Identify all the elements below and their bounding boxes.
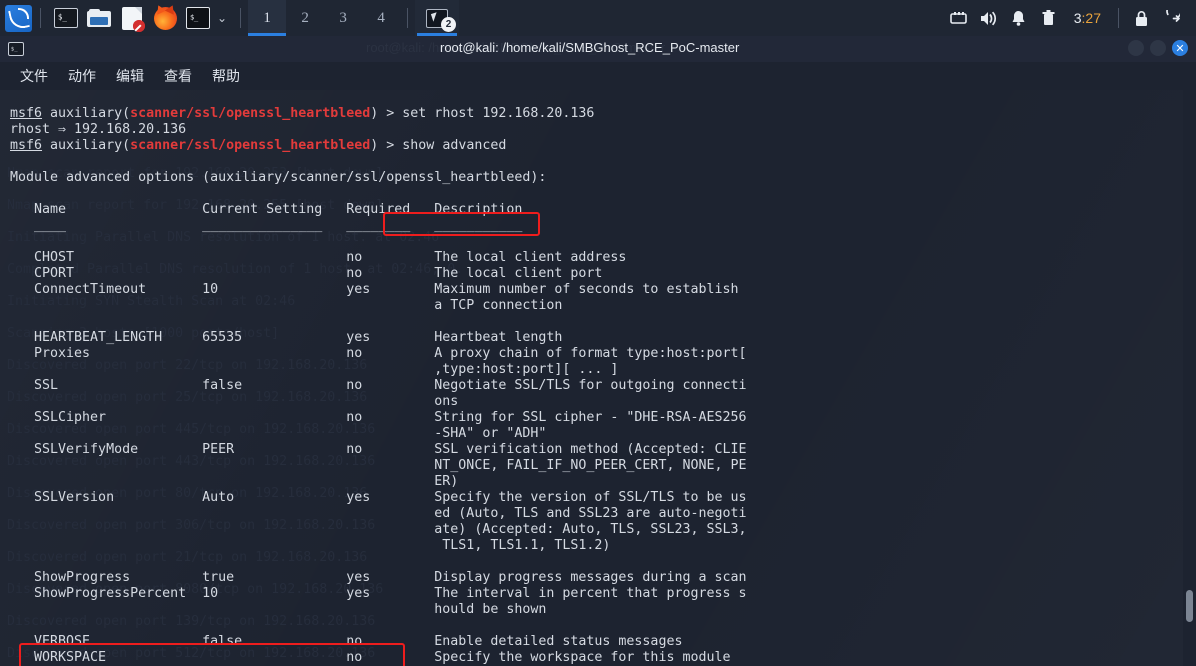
window-titlebar[interactable]: $_ root@kali: /home/kali/SMBGhost_RCE_Po… <box>0 36 1196 62</box>
workspace-button-2[interactable]: 2 <box>286 0 324 36</box>
lock-icon[interactable] <box>1126 0 1156 36</box>
scrollbar-thumb[interactable] <box>1186 590 1193 622</box>
taskbar-divider <box>40 8 41 28</box>
notification-bell-icon[interactable] <box>1004 0 1034 36</box>
terminal-window: $_ root@kali: /home/kali/SMBGhost_RCE_Po… <box>0 36 1196 666</box>
text-editor-icon <box>122 6 145 32</box>
firefox-icon <box>153 6 177 30</box>
menu-view[interactable]: 查看 <box>156 64 200 88</box>
clock-hours: 3 <box>1073 10 1082 26</box>
terminal-emulator-launcher[interactable]: $_ <box>51 3 81 33</box>
menubar: 文件 动作 编辑 查看 帮助 <box>0 62 1196 90</box>
taskbar-divider-3 <box>407 8 409 28</box>
menu-file[interactable]: 文件 <box>12 64 56 88</box>
window-title: root@kali: /home/kali/SMBGhost_RCE_PoC-m… <box>440 40 740 55</box>
text-editor-launcher[interactable] <box>117 3 147 33</box>
window-controls: ✕ <box>1128 40 1188 56</box>
clock-minutes: 27 <box>1085 10 1101 26</box>
file-manager-launcher[interactable] <box>84 3 114 33</box>
terminal-emulator-icon: $_ <box>54 8 78 28</box>
terminal-dropdown-icon: $_ <box>186 7 210 29</box>
workspace-button-1[interactable]: 1 <box>248 0 287 36</box>
taskbar-divider-2 <box>240 8 242 28</box>
minimize-button[interactable] <box>1128 40 1144 56</box>
network-icon[interactable] <box>944 0 974 36</box>
workspace-button-4[interactable]: 4 <box>362 0 400 36</box>
terminal-scrollbar[interactable] <box>1183 90 1196 666</box>
clock[interactable]: 3:27 <box>1064 10 1111 26</box>
window-count-badge: 2 <box>441 17 457 32</box>
tray-divider <box>1118 8 1119 28</box>
terminal-output: msf6 auxiliary(scanner/ssl/openssl_heart… <box>10 106 747 665</box>
menu-action[interactable]: 动作 <box>60 64 104 88</box>
window-terminal-icon: $_ <box>8 42 24 56</box>
kali-dragon-icon <box>4 4 32 32</box>
terminal-body[interactable]: Nmap scan report for 192.168.20.253 [hos… <box>0 90 1196 666</box>
trash-icon[interactable] <box>1034 0 1064 36</box>
close-button[interactable]: ✕ <box>1172 40 1188 56</box>
chevron-down-icon[interactable]: ⌄ <box>217 11 227 25</box>
volume-icon[interactable] <box>974 0 1004 36</box>
menu-edit[interactable]: 编辑 <box>108 64 152 88</box>
maximize-button[interactable] <box>1150 40 1166 56</box>
applications-menu-button[interactable] <box>3 3 33 33</box>
terminal-dropdown-launcher[interactable]: $_ <box>183 3 213 33</box>
file-manager-icon <box>86 8 112 28</box>
workspace-button-3[interactable]: 3 <box>324 0 362 36</box>
taskbar-window-terminal[interactable]: 2 <box>415 0 460 36</box>
firefox-launcher[interactable] <box>150 3 180 33</box>
taskbar: $_ $_ ⌄ 1 2 3 4 2 3:27 <box>0 0 1196 36</box>
logout-icon[interactable] <box>1156 0 1186 36</box>
menu-help[interactable]: 帮助 <box>204 64 248 88</box>
system-tray: 3:27 <box>944 0 1196 36</box>
